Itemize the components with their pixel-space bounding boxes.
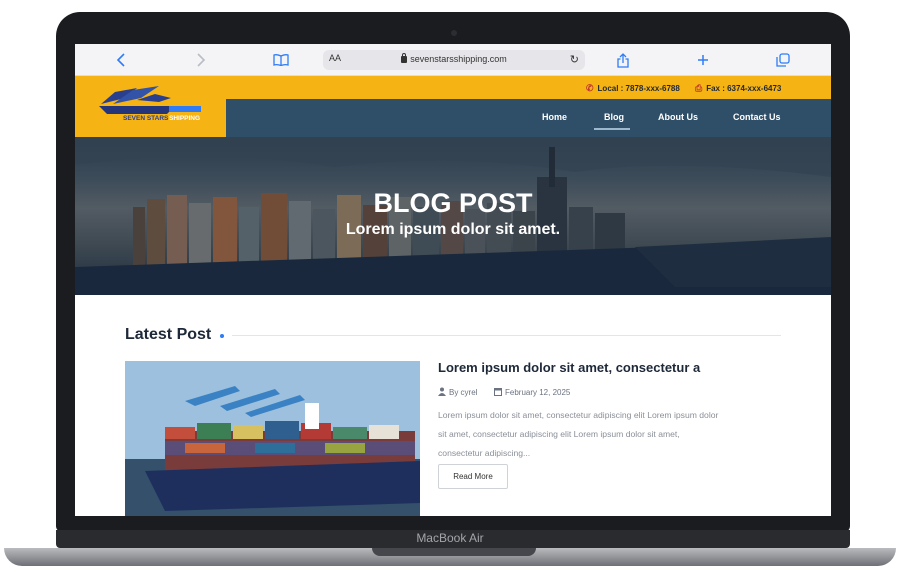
local-phone-text: Local : 7878-xxx-6788 xyxy=(597,84,680,93)
address-bar[interactable]: AA sevenstarsshipping.com ↻ xyxy=(323,50,585,70)
excerpt-line: consectetur adipiscing... xyxy=(438,448,531,458)
camera xyxy=(451,30,457,36)
lock-icon xyxy=(401,53,408,63)
post-date: February 12, 2025 xyxy=(494,387,570,398)
section-title-dot xyxy=(220,334,224,338)
calendar-icon xyxy=(494,387,502,398)
logo-text-secondary: SHIPPING xyxy=(169,115,200,122)
tabs-icon[interactable] xyxy=(773,50,793,70)
nav-about-us[interactable]: About Us xyxy=(658,112,698,122)
section-title: Latest Post xyxy=(125,326,212,343)
section-divider xyxy=(232,335,781,336)
back-icon[interactable] xyxy=(111,50,131,70)
nav-blog[interactable]: Blog xyxy=(604,112,624,122)
browser-screen: AA sevenstarsshipping.com ↻ ✆ Local : 787… xyxy=(75,44,831,516)
post-thumbnail[interactable] xyxy=(125,361,420,516)
url-label: sevenstarsshipping.com xyxy=(410,54,507,64)
read-more-button[interactable]: Read More xyxy=(438,464,508,489)
browser-toolbar: AA sevenstarsshipping.com ↻ xyxy=(75,44,831,76)
local-phone: ✆ Local : 7878-xxx-6788 xyxy=(586,83,680,94)
nav-contact-us[interactable]: Contact Us xyxy=(733,112,781,122)
laptop-notch xyxy=(372,548,536,556)
post-title[interactable]: Lorem ipsum dolor sit amet, consectetur … xyxy=(438,360,700,375)
seven-stars-logo[interactable]: SEVEN STARS SHIPPING xyxy=(97,84,203,124)
share-icon[interactable] xyxy=(613,50,633,70)
book-icon[interactable] xyxy=(271,50,291,70)
post-author: By cyrel xyxy=(438,387,477,398)
post-author-text: By cyrel xyxy=(449,388,478,397)
plus-icon[interactable] xyxy=(693,50,713,70)
reload-icon[interactable]: ↻ xyxy=(570,53,579,66)
fax-number: ⎙ Fax : 6374-xxx-6473 xyxy=(695,83,781,94)
fax-text: Fax : 6374-xxx-6473 xyxy=(706,84,782,93)
phone-icon: ✆ xyxy=(586,83,594,93)
container-ship-image xyxy=(125,361,420,516)
user-icon xyxy=(438,387,446,398)
active-nav-indicator xyxy=(594,128,630,130)
url-text: sevenstarsshipping.com xyxy=(323,53,585,64)
hero-subtitle: Lorem ipsum dolor sit amet. xyxy=(345,221,561,238)
hero-banner: BLOG POST Lorem ipsum dolor sit amet. xyxy=(75,137,831,295)
logo-text-primary: SEVEN STARS xyxy=(123,115,169,122)
excerpt-line: Lorem ipsum dolor sit amet, consectetur … xyxy=(438,410,719,420)
post-date-text: February 12, 2025 xyxy=(505,388,571,397)
excerpt-line: sit amet, consectetur adipiscing elit Lo… xyxy=(438,429,680,439)
device-label: MacBook Air xyxy=(416,531,484,545)
hero-title: BLOG POST xyxy=(373,188,533,218)
macbook-mockup: AA sevenstarsshipping.com ↻ ✆ Local : 787… xyxy=(0,0,900,582)
post-excerpt: Lorem ipsum dolor sit amet, consectetur … xyxy=(438,406,783,463)
forward-icon[interactable] xyxy=(191,50,211,70)
fax-icon: ⎙ xyxy=(695,83,703,93)
nav-home[interactable]: Home xyxy=(542,112,567,122)
